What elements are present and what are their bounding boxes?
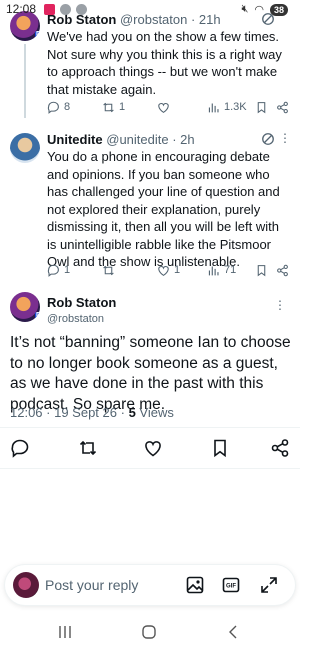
post-date[interactable]: 19 Sept 26	[54, 405, 117, 420]
views-button[interactable]: 71	[207, 264, 236, 277]
back-button[interactable]	[224, 623, 242, 641]
bookmark-icon	[214, 439, 226, 458]
status-time: 12:08	[6, 2, 37, 16]
image-button[interactable]	[185, 575, 205, 595]
recent-apps-button[interactable]	[56, 623, 74, 641]
reply-button[interactable]	[10, 438, 30, 458]
reply-input[interactable]: Post your reply	[45, 577, 138, 593]
speech-bubble-icon	[47, 264, 59, 277]
avatar[interactable]	[10, 133, 40, 163]
wifi-icon: ◠	[254, 4, 264, 16]
author-name[interactable]: Unitedite	[47, 132, 103, 147]
recent-apps-icon	[59, 626, 71, 638]
back-icon	[229, 625, 237, 639]
image-icon	[186, 576, 204, 594]
repost-button[interactable]: 1	[102, 101, 125, 114]
heart-icon	[145, 441, 161, 457]
gif-button[interactable]: GIF	[221, 575, 241, 595]
repost-button[interactable]	[78, 438, 98, 458]
reply-actions: 1 1 71	[47, 262, 292, 278]
reply-actions: 8 1 1.3K	[47, 99, 292, 115]
home-icon	[142, 625, 156, 639]
mute-icon: 🔇︎	[241, 3, 249, 15]
repost-arrows-icon	[103, 102, 114, 112]
views-button[interactable]: 1.3K	[207, 101, 247, 114]
battery-icon: 38	[269, 3, 288, 16]
app-notification-icon	[60, 4, 71, 15]
tweet-actions	[0, 434, 300, 462]
heart-icon	[158, 265, 169, 276]
system-navigation-bar	[0, 615, 300, 650]
bookmark-icon	[257, 264, 266, 276]
reply-tweet[interactable]: Unitedite @unitedite · 2h ⋮ You do a pho…	[0, 122, 300, 282]
app-notification-icon	[44, 4, 55, 15]
divider	[0, 468, 300, 469]
share-button[interactable]	[270, 438, 290, 458]
share-button[interactable]	[276, 264, 289, 277]
svg-text:GIF: GIF	[226, 584, 236, 590]
reply-text: You do a phone in encouraging debate and…	[47, 149, 280, 269]
bookmark-button[interactable]	[255, 264, 268, 277]
tweet-text: It’s not “banning” someone Ian to choose…	[10, 334, 291, 413]
reply-compose-bar[interactable]: Post your reply GIF	[5, 565, 295, 605]
status-bar: 12:08 🔇︎ ◠ 38	[0, 0, 300, 22]
expand-button[interactable]	[259, 575, 279, 595]
bookmark-button[interactable]	[255, 101, 268, 114]
share-nodes-icon	[277, 101, 288, 113]
like-button[interactable]: 1	[157, 264, 180, 277]
share-button[interactable]	[276, 101, 289, 114]
bookmark-button[interactable]	[210, 438, 230, 458]
bookmark-icon	[257, 101, 266, 113]
views-label: Views	[139, 405, 174, 420]
avatar-badge-icon: D	[34, 31, 40, 38]
bar-chart-icon	[208, 102, 219, 112]
like-button[interactable]	[157, 101, 174, 114]
reply-button[interactable]: 1	[47, 264, 70, 277]
app-notification-icon	[76, 4, 87, 15]
repost-arrows-icon	[79, 440, 97, 456]
speech-bubble-icon	[11, 439, 29, 458]
share-nodes-icon	[271, 439, 289, 457]
like-button[interactable]	[143, 438, 163, 458]
system-icons: 🔇︎ ◠ 38	[241, 3, 288, 16]
share-nodes-icon	[277, 264, 288, 276]
reply-text: We've had you on the show a few times. N…	[47, 29, 282, 97]
author-name[interactable]: Rob Staton	[47, 295, 116, 310]
reply-header: Unitedite @unitedite · 2h	[47, 132, 195, 147]
post-time[interactable]: 2h	[180, 132, 194, 147]
heart-icon	[158, 102, 169, 113]
more-options-icon[interactable]: ⋮	[279, 131, 291, 145]
bar-chart-icon	[208, 265, 219, 275]
avatar	[13, 572, 39, 598]
home-button[interactable]	[140, 623, 158, 641]
repost-arrows-icon	[103, 265, 114, 275]
repost-button[interactable]	[102, 264, 119, 277]
grok-icon[interactable]	[261, 132, 275, 146]
expand-icon	[261, 577, 277, 593]
speech-bubble-icon	[47, 101, 59, 114]
gif-icon: GIF	[222, 577, 240, 593]
post-time[interactable]: 12:06	[10, 405, 43, 420]
reply-button[interactable]: 8	[47, 101, 70, 114]
divider	[0, 427, 300, 428]
tweet-meta: 12:06 · 19 Sept 26 · 5 Views	[10, 405, 174, 420]
more-options-icon[interactable]: ⋮	[274, 298, 286, 312]
notification-icons	[44, 4, 87, 15]
author-handle[interactable]: @unitedite	[106, 132, 168, 147]
views-count[interactable]: 5	[129, 405, 136, 420]
thread-line	[24, 44, 26, 118]
avatar[interactable]: D	[10, 292, 40, 322]
author-handle[interactable]: @robstaton	[47, 313, 104, 325]
avatar-badge-icon: D	[34, 312, 40, 319]
